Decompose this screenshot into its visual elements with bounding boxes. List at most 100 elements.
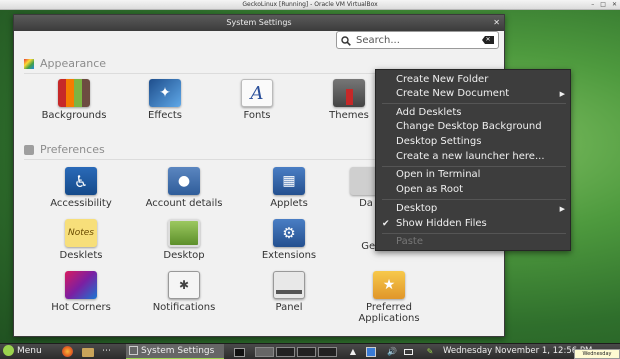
account-details-icon: ● [168,167,200,195]
vbox-window-controls: – □ ✕ [591,1,617,9]
clear-search-icon[interactable]: ✕ [482,36,494,44]
hot-corners-icon [65,271,97,299]
section-preferences: Preferences [24,143,105,156]
menu-item-label: Desktop Settings [396,136,482,147]
tile-accessibility[interactable]: ♿ Accessibility [38,167,124,209]
menu-item-change-desktop-background[interactable]: Change Desktop Background [376,120,572,134]
tile-panel[interactable]: Panel [246,271,332,313]
linux-logo-icon [3,345,14,356]
firefox-launcher-icon[interactable] [62,344,76,359]
tile-backgrounds[interactable]: Backgrounds [31,79,117,121]
task-label: System Settings [141,346,215,356]
backgrounds-icon [58,79,90,107]
menu-item-desktop-settings[interactable]: Desktop Settings [376,135,572,149]
menu-item-create-launcher[interactable]: Create a new launcher here... [376,150,572,164]
clock-tooltip: Wednesday November [574,349,620,359]
tile-label-line2: Applications [358,313,420,324]
submenu-arrow-icon: ▶ [559,90,565,98]
menu-item-label: Create New Document [396,88,510,99]
menu-item-open-in-terminal[interactable]: Open in Terminal [376,168,572,182]
themes-icon [333,79,365,107]
tile-label: Da [359,198,373,209]
menu-separator [382,199,566,200]
tile-desklets[interactable]: Notes Desklets [38,219,124,261]
files-launcher-icon[interactable] [82,344,96,359]
tile-preferred-applications[interactable]: ★ Preferred Applications [346,271,432,324]
extensions-icon: ⚙ [273,219,305,247]
workspace-3[interactable] [297,347,316,357]
tile-notifications[interactable]: ✱ Notifications [141,271,227,313]
tile-label: Applets [270,198,308,209]
search-input[interactable]: Search... ✕ [336,31,499,49]
workspace-4[interactable] [318,347,337,357]
notifications-icon: ✱ [168,271,200,299]
desktop-context-menu: Create New Folder Create New Document ▶ A… [375,69,571,251]
taskbar-task-system-settings[interactable]: System Settings [126,344,224,359]
workspace-1[interactable] [255,347,274,357]
clock-text: Wednesday November 1, 12:56 PM [443,346,593,356]
search-icon [341,31,351,50]
fonts-icon: A [241,79,273,107]
window-titlebar[interactable]: System Settings ✕ [14,15,504,31]
panel-icon [273,271,305,299]
window-title: System Settings [226,18,292,27]
tile-label: Themes [329,110,369,121]
tile-extensions[interactable]: ⚙ Extensions [246,219,332,261]
volume-icon[interactable]: 🔊 [387,347,397,357]
menu-item-open-as-root[interactable]: Open as Root [376,183,572,197]
tile-label: Accessibility [50,198,112,209]
preferences-icon [24,144,34,155]
window-controls: ✕ [493,15,500,31]
menu-item-label: Open in Terminal [396,169,481,180]
menu-item-label: Add Desklets [396,107,462,118]
tile-label: Fonts [243,110,271,121]
menu-item-create-new-folder[interactable]: Create New Folder [376,73,572,87]
tile-fonts[interactable]: A Fonts [214,79,300,121]
network-icon[interactable] [366,347,376,357]
tile-desktop[interactable]: Desktop [141,219,227,261]
tile-applets[interactable]: ▦ Applets [246,167,332,209]
menu-item-desktop[interactable]: Desktop ▶ [376,202,572,216]
desklets-icon: Notes [65,219,97,247]
tile-label: Effects [148,110,182,121]
tile-effects[interactable]: ✦ Effects [122,79,208,121]
tile-label: Notifications [152,302,216,313]
menu-item-create-new-document[interactable]: Create New Document ▶ [376,87,572,101]
tile-label: Desklets [59,250,103,261]
tray-expand-icon[interactable]: ▲ [348,347,358,357]
menu-item-show-hidden-files[interactable]: ✔ Show Hidden Files [376,217,572,231]
menu-separator [382,103,566,104]
search-placeholder: Search... [356,34,400,46]
close-icon[interactable]: ✕ [493,15,500,31]
menu-separator [382,166,566,167]
menu-item-label: Desktop [396,203,438,214]
tile-label: Backgrounds [41,110,107,121]
menu-item-paste: Paste [376,235,572,249]
menu-item-label: Create New Folder [396,74,489,85]
menu-item-label: Change Desktop Background [396,121,542,132]
update-icon[interactable]: ✎ [425,347,435,357]
menu-button[interactable]: Menu [3,344,47,359]
tile-label: Account details [145,198,223,209]
tile-account-details[interactable]: ● Account details [141,167,227,209]
tile-label: Desktop [163,250,205,261]
more-launchers-icon[interactable]: ⋯ [102,344,118,359]
tooltip-text: Wednesday November [582,351,612,357]
tile-label: Extensions [261,250,317,261]
vbox-title-text: GeckoLinux [Running] - Oracle VM Virtual… [242,1,378,8]
close-icon[interactable]: ✕ [612,1,617,9]
palette-icon [24,58,34,69]
menu-item-add-desklets[interactable]: Add Desklets [376,106,572,120]
terminal-icon[interactable] [234,344,248,359]
accessibility-icon: ♿ [65,167,97,195]
menu-separator [382,233,566,234]
tile-label: Panel [275,302,303,313]
maximize-icon[interactable]: □ [600,1,606,9]
tile-hot-corners[interactable]: Hot Corners [38,271,124,313]
workspace-2[interactable] [276,347,295,357]
effects-icon: ✦ [149,79,181,107]
minimize-icon[interactable]: – [591,1,594,9]
tile-label: Hot Corners [51,302,111,313]
menu-item-label: Show Hidden Files [396,218,487,229]
battery-icon[interactable] [404,347,414,357]
